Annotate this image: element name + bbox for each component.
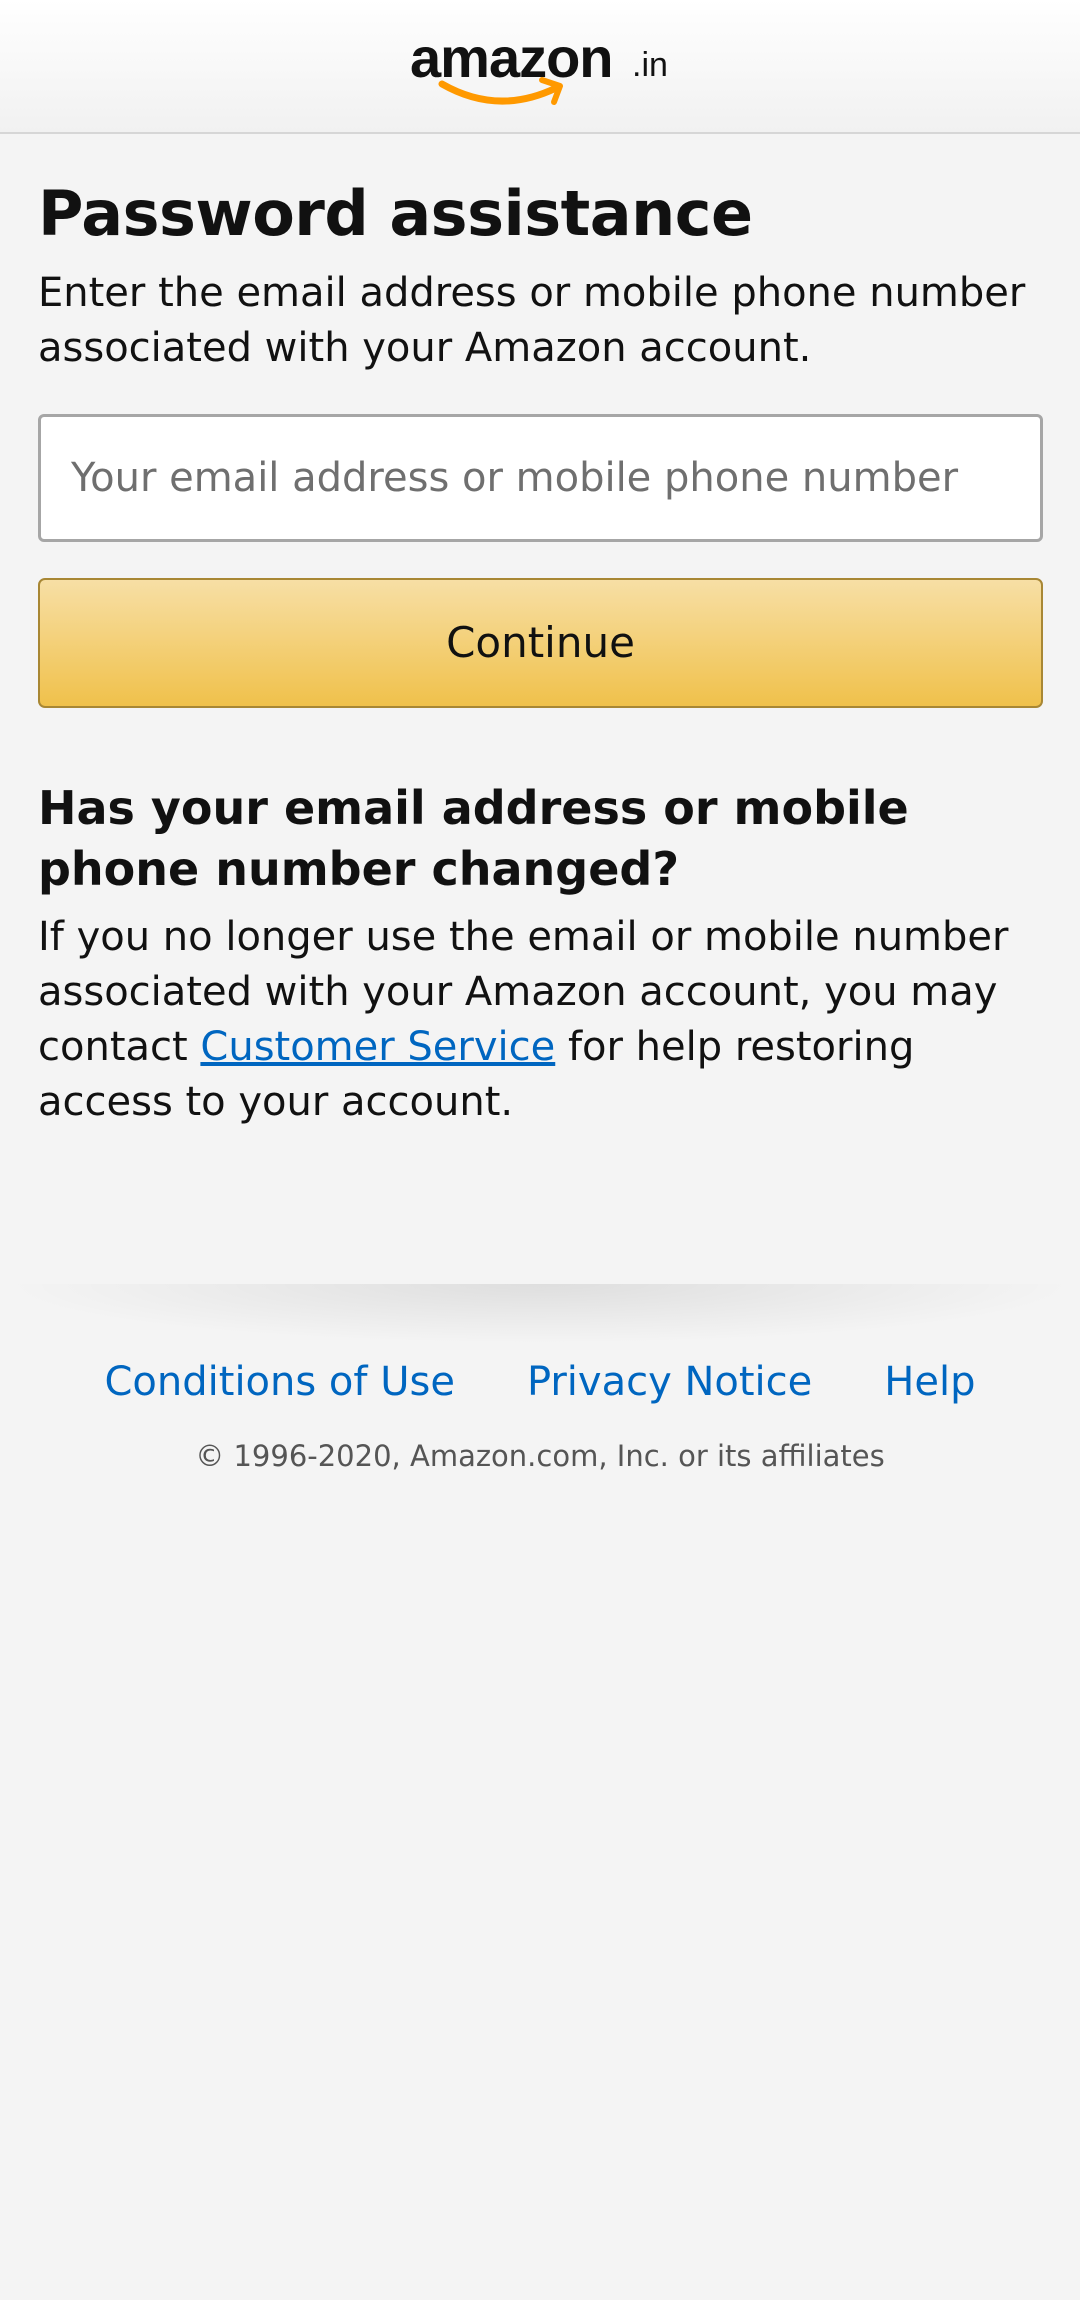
- footer-divider: [0, 1284, 1080, 1344]
- page-title: Password assistance: [38, 177, 753, 250]
- main-content: Password assistance Enter the email addr…: [38, 134, 1043, 1130]
- intro-text: Enter the email address or mobile phone …: [38, 270, 1026, 371]
- smile-arrow-icon: [438, 77, 563, 105]
- conditions-of-use-link[interactable]: Conditions of Use: [105, 1359, 455, 1405]
- privacy-notice-link[interactable]: Privacy Notice: [527, 1359, 812, 1405]
- help-link[interactable]: Help: [884, 1359, 975, 1405]
- continue-button[interactable]: Continue: [38, 578, 1043, 708]
- amazon-logo[interactable]: amazon .in: [410, 26, 680, 112]
- copyright-text: © 1996-2020, Amazon.com, Inc. or its aff…: [195, 1439, 885, 1473]
- logo-tld: .in: [632, 46, 668, 84]
- customer-service-link[interactable]: Customer Service: [200, 1024, 555, 1070]
- header: amazon .in: [0, 0, 1080, 134]
- changed-heading: Has your email address or mobile phone n…: [38, 781, 909, 896]
- email-or-phone-input[interactable]: [38, 414, 1043, 542]
- footer-links: Conditions of Use Privacy Notice Help: [0, 1352, 1080, 1412]
- changed-body-text: If you no longer use the email or mobile…: [38, 910, 1043, 1130]
